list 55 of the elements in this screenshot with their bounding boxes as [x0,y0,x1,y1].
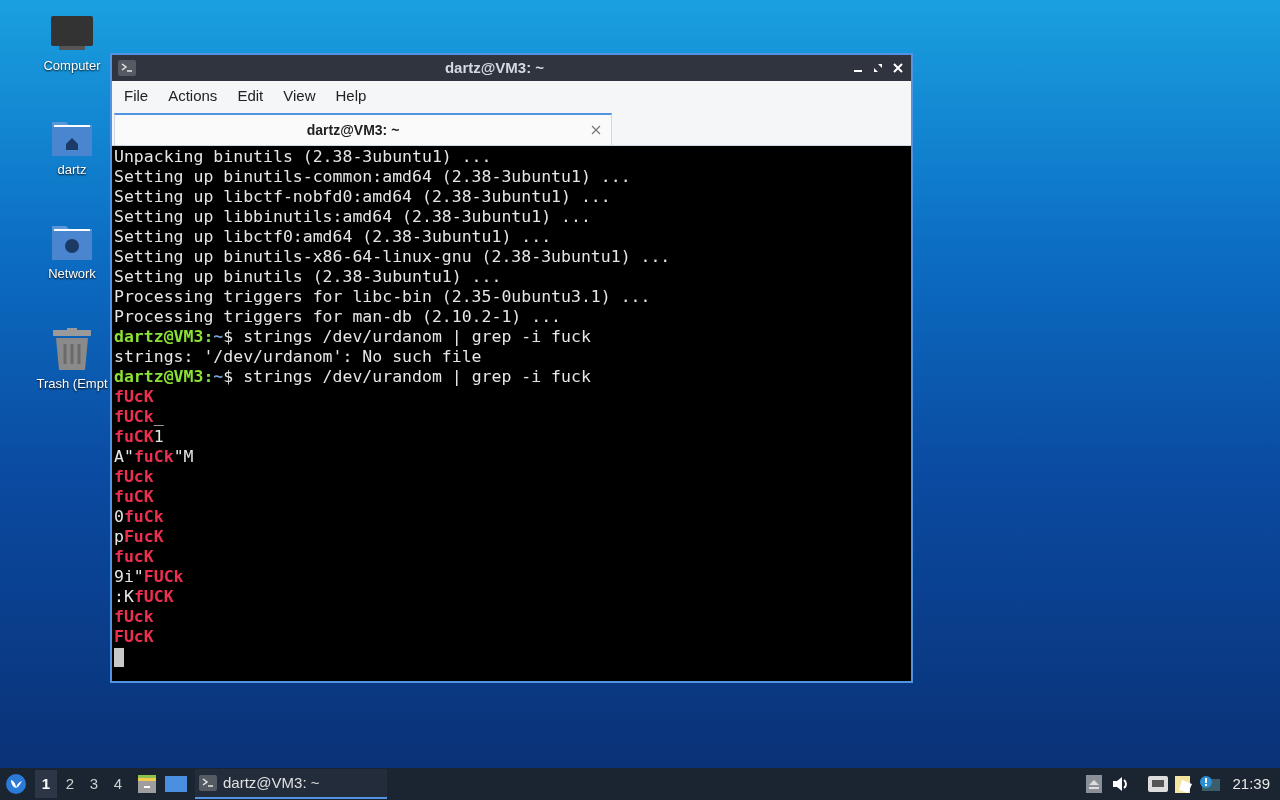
terminal-output[interactable] [112,146,911,681]
terminal-line: Setting up binutils (2.38-3ubuntu1) ... [114,267,502,287]
monitor-icon[interactable] [51,16,93,52]
workspace-button[interactable]: 4 [107,770,129,798]
terminal-line: Setting up binutils-common:amd64 (2.38-3ubuntu1) ... [114,167,631,187]
tab[interactable]: dartz@VM3: ~ [114,113,612,145]
network-folder-icon[interactable] [52,224,92,260]
terminal-line: fUck [114,467,154,487]
menu-item[interactable]: View [273,85,326,108]
workspace-button[interactable]: 2 [59,770,81,798]
terminal-line: fucK [114,547,154,567]
menu-item[interactable]: Edit [227,85,274,108]
terminal-icon [199,775,217,791]
eject-icon[interactable] [1086,775,1103,793]
clipboard-icon[interactable] [1174,774,1195,794]
terminal-line: strings: '/dev/urdanom': No such file [114,347,482,367]
terminal-line: dartz@VM3:~$ strings /dev/urandom | grep -i fuck [114,367,591,387]
terminal-line: pFucK [114,527,164,547]
window-title: dartz@VM3: ~ [444,57,545,78]
terminal-line: fUcK [114,387,154,407]
desktop-icon-label[interactable]: Network [48,264,96,284]
terminal-line: Setting up binutils-x86-64-linux-gnu (2.38-3ubuntu1) ... [114,247,671,267]
terminal-line: :KfUCK [114,587,174,607]
terminal-line: Processing triggers for libc-bin (2.35-0ubuntu3.1) ... [114,287,651,307]
terminal-line: dartz@VM3:~$ strings /dev/urdanom | grep -i fuck [114,327,591,347]
start-menu-icon[interactable] [5,773,27,795]
terminal-icon [118,60,136,76]
menu-item[interactable]: File [114,85,159,108]
terminal-line: fuCK [114,487,154,507]
menu-item[interactable]: Actions [158,85,228,108]
terminal-line: Unpacking binutils (2.38-3ubuntu1) ... [114,147,492,167]
terminal-line: Processing triggers for man-db (2.10.2-1) ... [114,307,562,327]
network-wired-icon[interactable] [1148,776,1169,792]
terminal-line: FUcK [114,627,154,647]
desktop-icon-label[interactable]: dartz [57,160,87,180]
maximize-icon[interactable] [873,63,883,73]
file-cabinet-icon[interactable] [137,775,157,793]
terminal-line: 9i"FUCk [114,567,184,587]
desktop-icon-label[interactable]: Trash (Empt [36,374,108,394]
terminal-cursor [114,648,124,667]
taskbar-button[interactable]: dartz@VM3: ~ [195,769,387,799]
terminal-line: fUCk_ [114,407,164,427]
terminal-line: 0fuCk [114,507,164,527]
notification-icon[interactable] [1198,775,1221,793]
clock[interactable]: 21:39 [1232,772,1270,796]
workspace-button[interactable]: 1 [35,770,57,798]
terminal-line: Setting up libctf0:amd64 (2.38-3ubuntu1) ... [114,227,552,247]
home-folder-icon[interactable] [52,120,92,156]
menu-item[interactable]: Help [325,85,377,108]
terminal-line: Setting up libbinutils:amd64 (2.38-3ubuntu1) ... [114,207,591,227]
terminal-line: fUck [114,607,154,627]
terminal-line: A"fuCk"M [114,447,194,467]
terminal-line: fuCK1 [114,427,164,447]
workspace-button[interactable]: 3 [83,770,105,798]
terminal-line: Setting up libctf-nobfd0:amd64 (2.38-3ubuntu1) ... [114,187,611,207]
